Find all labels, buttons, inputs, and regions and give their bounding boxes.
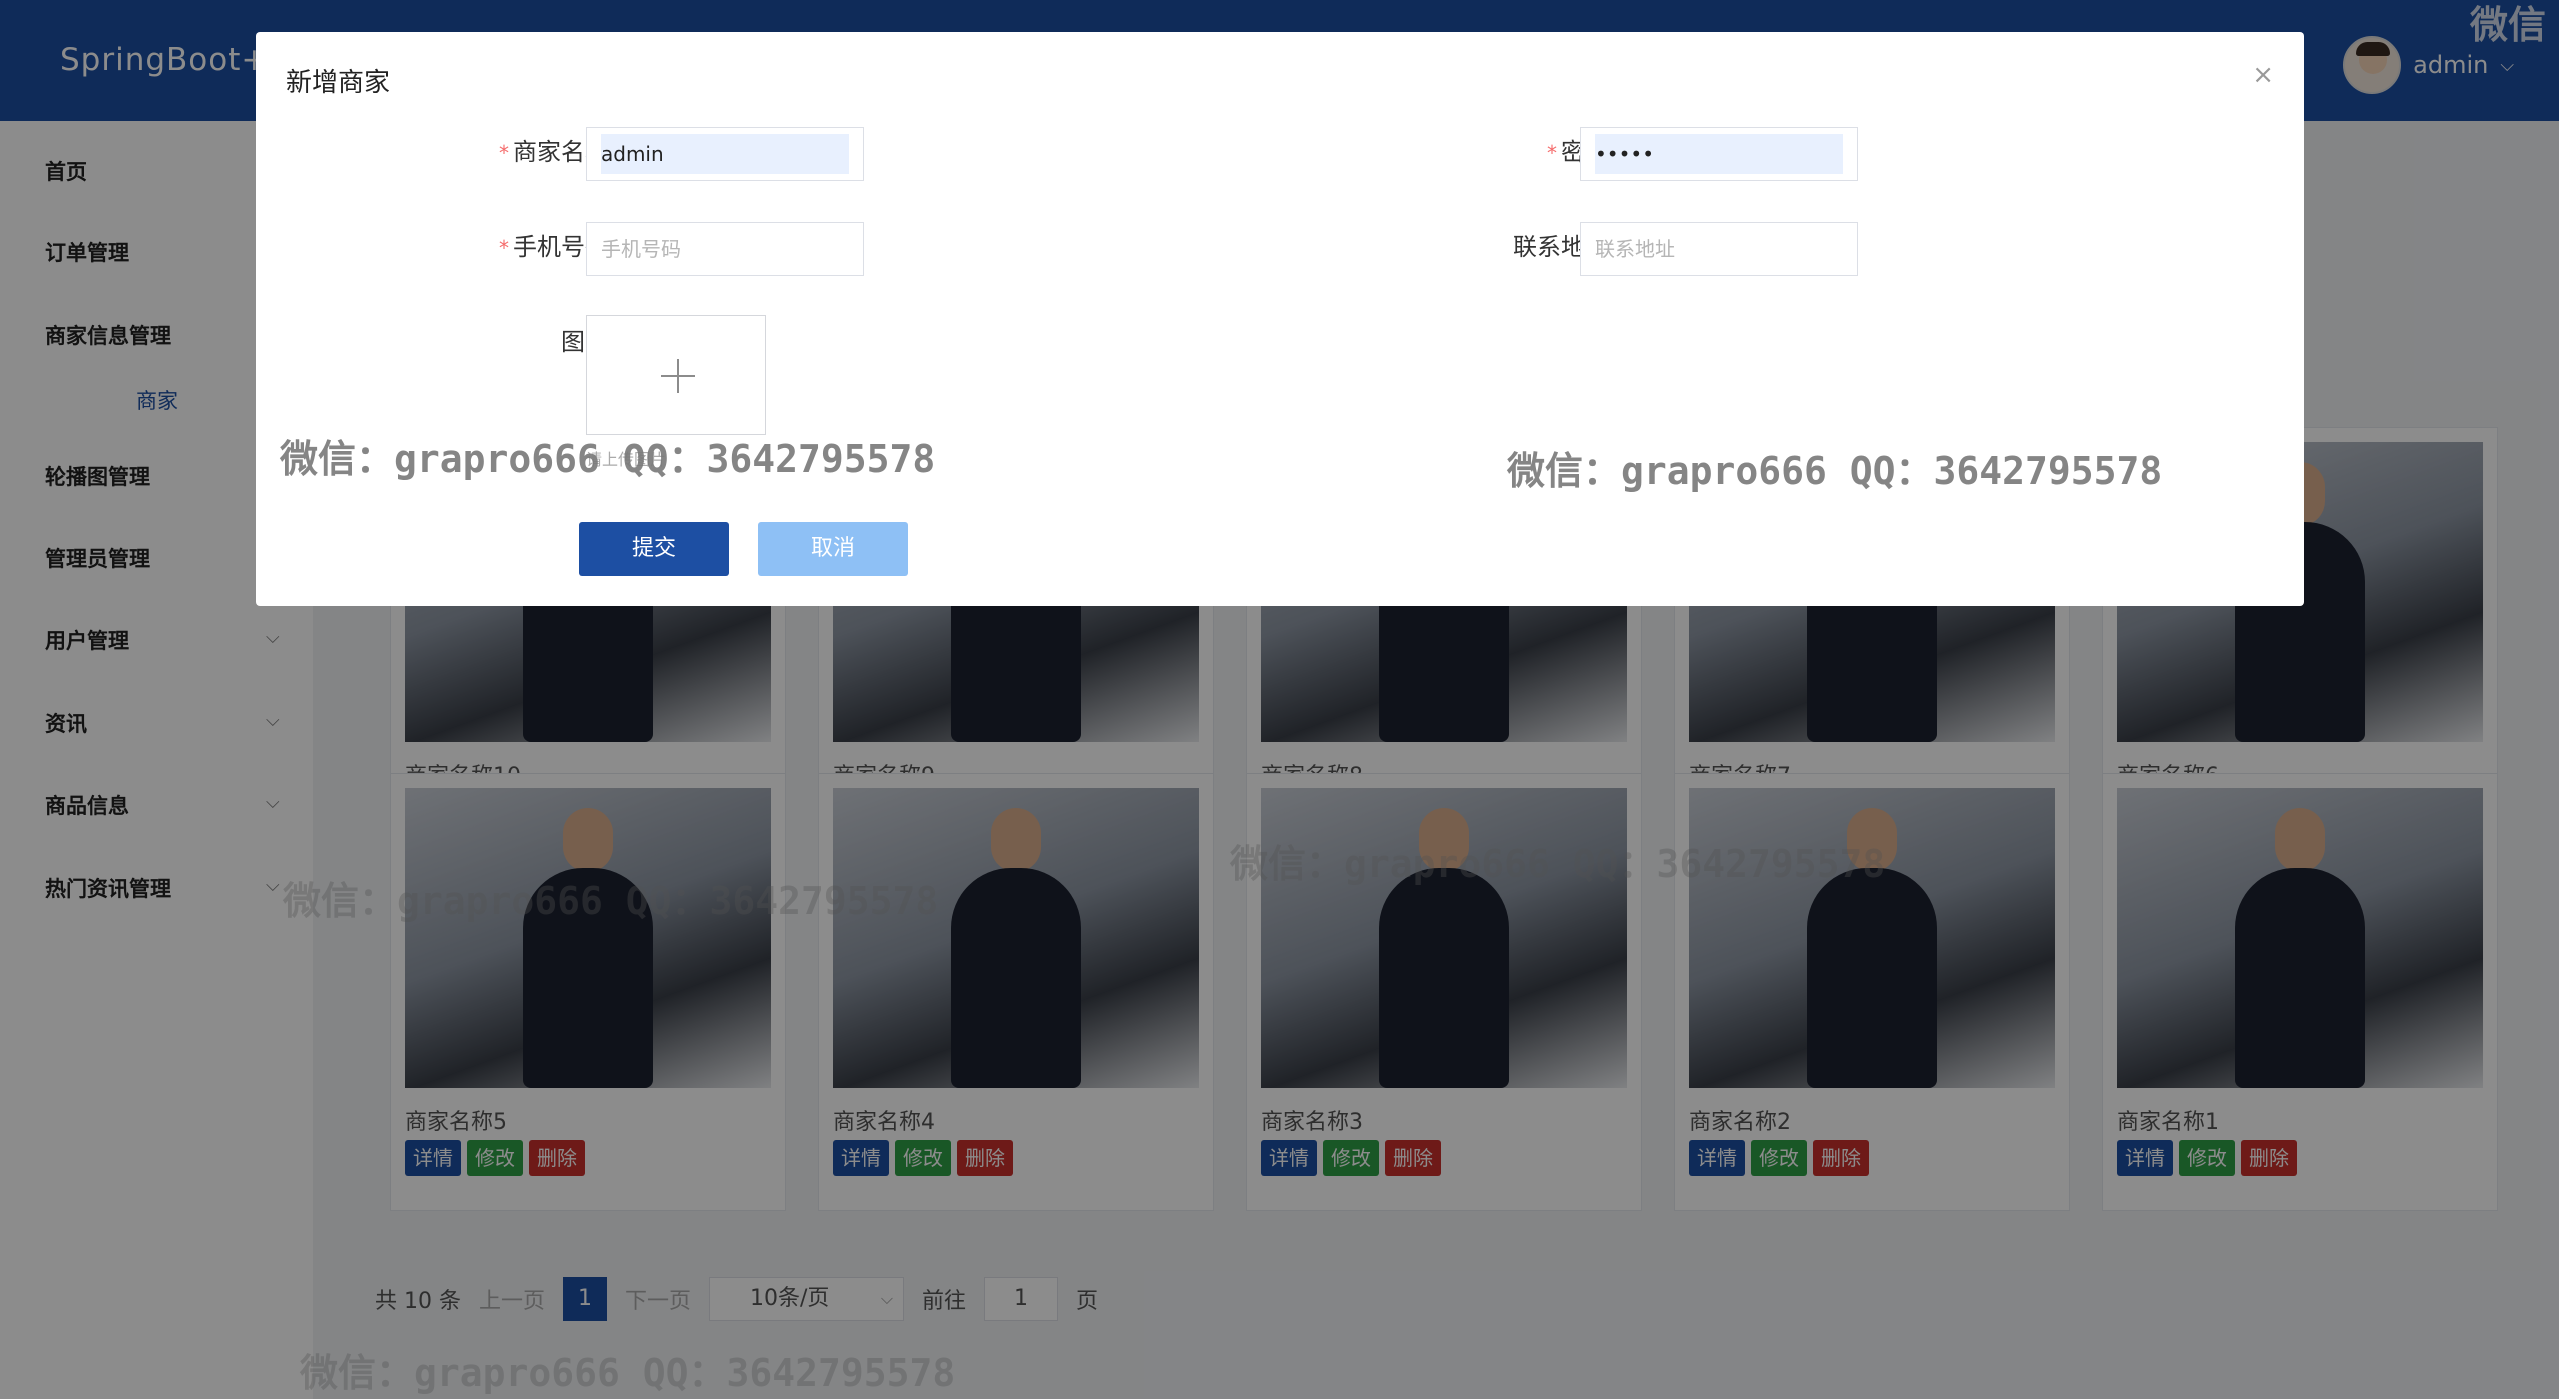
- cancel-button[interactable]: 取消: [758, 522, 908, 576]
- image-upload[interactable]: [586, 315, 766, 435]
- phone-input[interactable]: 手机号码: [586, 222, 864, 276]
- password-input[interactable]: •••••: [1580, 127, 1858, 181]
- dialog-title: 新增商家: [286, 68, 391, 98]
- required-mark: *: [499, 236, 509, 260]
- password-label: *密码: [1409, 132, 1609, 167]
- watermark: 微信：grapro666 QQ：3642795578: [280, 437, 936, 481]
- watermark: 微信: [2470, 3, 2547, 47]
- shop-name-label: * 商家名称: [499, 138, 609, 166]
- required-mark: *: [499, 141, 509, 165]
- phone-label: * 手机号码: [499, 233, 609, 261]
- address-label: 联系地址: [1513, 233, 1609, 261]
- image-label: 图片: [561, 328, 609, 356]
- add-shop-dialog: 新增商家 × *商家名称 admin *密码 ••••• *手机号码 手机号码 …: [256, 32, 2304, 606]
- shop-name-input[interactable]: admin: [586, 127, 864, 181]
- required-mark: *: [1547, 141, 1557, 165]
- close-icon[interactable]: ×: [2252, 60, 2274, 90]
- address-input[interactable]: 联系地址: [1580, 222, 1858, 276]
- submit-button[interactable]: 提交: [579, 522, 729, 576]
- watermark: 微信：grapro666 QQ：3642795578: [1507, 449, 2163, 493]
